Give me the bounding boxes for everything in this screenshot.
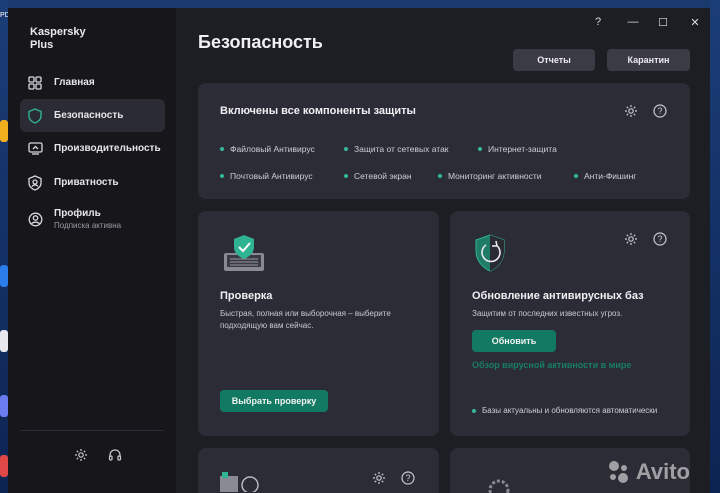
scan-title: Проверка — [220, 290, 273, 302]
desktop-left-edge — [0, 0, 8, 493]
avito-logo-icon — [608, 461, 628, 483]
protection-status-card: Включены все компоненты защиты ? Файловы… — [198, 83, 690, 199]
sidebar-item-label: Производительность — [54, 143, 161, 154]
update-shield-icon — [470, 233, 514, 280]
quarantine-button[interactable]: Карантин — [607, 49, 690, 71]
reports-button[interactable]: Отчеты — [513, 49, 595, 71]
app-brand: Kaspersky Plus — [30, 26, 86, 51]
subscription-status: Подписка активна — [54, 221, 122, 230]
desktop-app-icon[interactable] — [0, 395, 8, 417]
gear-icon — [624, 232, 638, 251]
feature-label: Анти-Фишинг — [584, 171, 637, 181]
sidebar-divider — [20, 430, 164, 431]
sidebar-item-label: Профиль — [54, 208, 101, 219]
gear-shield-icon — [484, 476, 514, 493]
status-dot — [220, 147, 224, 151]
feature-label: Интернет-защита — [488, 144, 557, 154]
bottom-card-left: ? — [198, 448, 439, 493]
sidebar-item-label: Приватность — [54, 177, 119, 188]
status-dot — [344, 147, 348, 151]
update-settings-button[interactable] — [623, 232, 639, 251]
laptop-shield-icon — [220, 233, 268, 280]
feature-item: Файловый Антивирус — [220, 144, 315, 154]
app-control-icon — [220, 472, 260, 493]
desktop-app-icon[interactable] — [0, 120, 8, 142]
close-button[interactable]: ✕ — [684, 14, 706, 30]
desktop-app-icon[interactable] — [0, 455, 8, 477]
update-description: Защитим от последних известных угроз. — [472, 309, 623, 318]
feature-label: Почтовый Антивирус — [230, 171, 313, 181]
gear-icon — [624, 104, 638, 123]
scan-description: Быстрая, полная или выборочная – выберит… — [220, 309, 391, 330]
user-icon — [27, 211, 43, 227]
avito-watermark: Avito — [606, 459, 690, 485]
desktop-right-edge — [710, 0, 720, 493]
privacy-shield-icon — [27, 174, 43, 191]
status-dot — [478, 147, 482, 151]
kaspersky-window: Kaspersky Plus Главная Безопасность Прои… — [8, 8, 710, 493]
update-card: ? Обновление антивирусных баз Защитим от… — [450, 211, 690, 436]
svg-text:?: ? — [657, 234, 662, 244]
status-dot — [220, 174, 224, 178]
update-button[interactable]: Обновить — [472, 330, 556, 352]
database-status-label: Базы актуальны и обновляются автоматичес… — [482, 406, 658, 415]
feature-label: Сетевой экран — [354, 171, 412, 181]
question-circle-icon: ? — [653, 103, 667, 123]
sidebar-item-home[interactable]: Главная — [20, 66, 165, 99]
database-status: Базы актуальны и обновляются автоматичес… — [472, 406, 657, 415]
gear-icon — [372, 471, 386, 490]
virus-activity-link[interactable]: Обзор вирусной активности в мире — [472, 360, 631, 370]
minimize-button[interactable]: — — [622, 14, 644, 30]
card-help-button[interactable]: ? — [400, 470, 416, 490]
svg-text:?: ? — [405, 473, 410, 483]
desktop-app-icon[interactable] — [0, 265, 8, 287]
feature-item: Защита от сетевых атак — [344, 144, 449, 154]
feature-label: Мониторинг активности — [448, 171, 542, 181]
help-button[interactable]: ? — [587, 14, 609, 30]
settings-button[interactable] — [72, 448, 90, 466]
scan-card: Проверка Быстрая, полная или выборочная … — [198, 211, 439, 436]
feature-item: Почтовый Антивирус — [220, 171, 313, 181]
sidebar: Kaspersky Plus Главная Безопасность Прои… — [8, 8, 176, 493]
feature-item: Анти-Фишинг — [574, 171, 636, 181]
svg-text:?: ? — [657, 106, 662, 116]
status-dot — [344, 174, 348, 178]
sidebar-item-label: Безопасность — [54, 110, 124, 121]
home-grid-icon — [27, 75, 43, 91]
status-help-button[interactable]: ? — [652, 103, 668, 123]
update-title: Обновление антивирусных баз — [472, 290, 644, 302]
feature-item: Мониторинг активности — [438, 171, 542, 181]
status-dot — [574, 174, 578, 178]
headset-icon — [108, 448, 122, 467]
choose-scan-button[interactable]: Выбрать проверку — [220, 390, 328, 412]
speedometer-icon — [27, 141, 43, 157]
page-title: Безопасность — [198, 32, 323, 52]
sidebar-item-privacy[interactable]: Приватность — [20, 166, 165, 199]
maximize-button[interactable]: ☐ — [652, 14, 674, 30]
protection-status-title: Включены все компоненты защиты — [220, 105, 416, 117]
question-circle-icon: ? — [401, 470, 415, 490]
feature-item: Интернет-защита — [478, 144, 557, 154]
desktop-app-icon[interactable] — [0, 330, 8, 352]
feature-label: Файловый Антивирус — [230, 144, 315, 154]
watermark-text: Avito — [635, 459, 690, 484]
update-help-button[interactable]: ? — [652, 231, 668, 251]
status-dot — [438, 174, 442, 178]
sidebar-item-label: Главная — [54, 77, 95, 88]
status-dot — [472, 408, 476, 413]
shield-icon — [27, 107, 43, 124]
sidebar-item-security[interactable]: Безопасность — [20, 99, 165, 132]
gear-icon — [74, 448, 88, 467]
question-circle-icon: ? — [653, 231, 667, 251]
feature-item: Сетевой экран — [344, 171, 412, 181]
sidebar-item-performance[interactable]: Производительность — [20, 132, 165, 165]
feature-label: Защита от сетевых атак — [354, 144, 449, 154]
sidebar-item-profile[interactable]: Профиль Подписка активна — [20, 202, 165, 236]
card-settings-button[interactable] — [371, 471, 387, 490]
support-button[interactable] — [106, 448, 124, 466]
status-settings-button[interactable] — [623, 104, 639, 123]
